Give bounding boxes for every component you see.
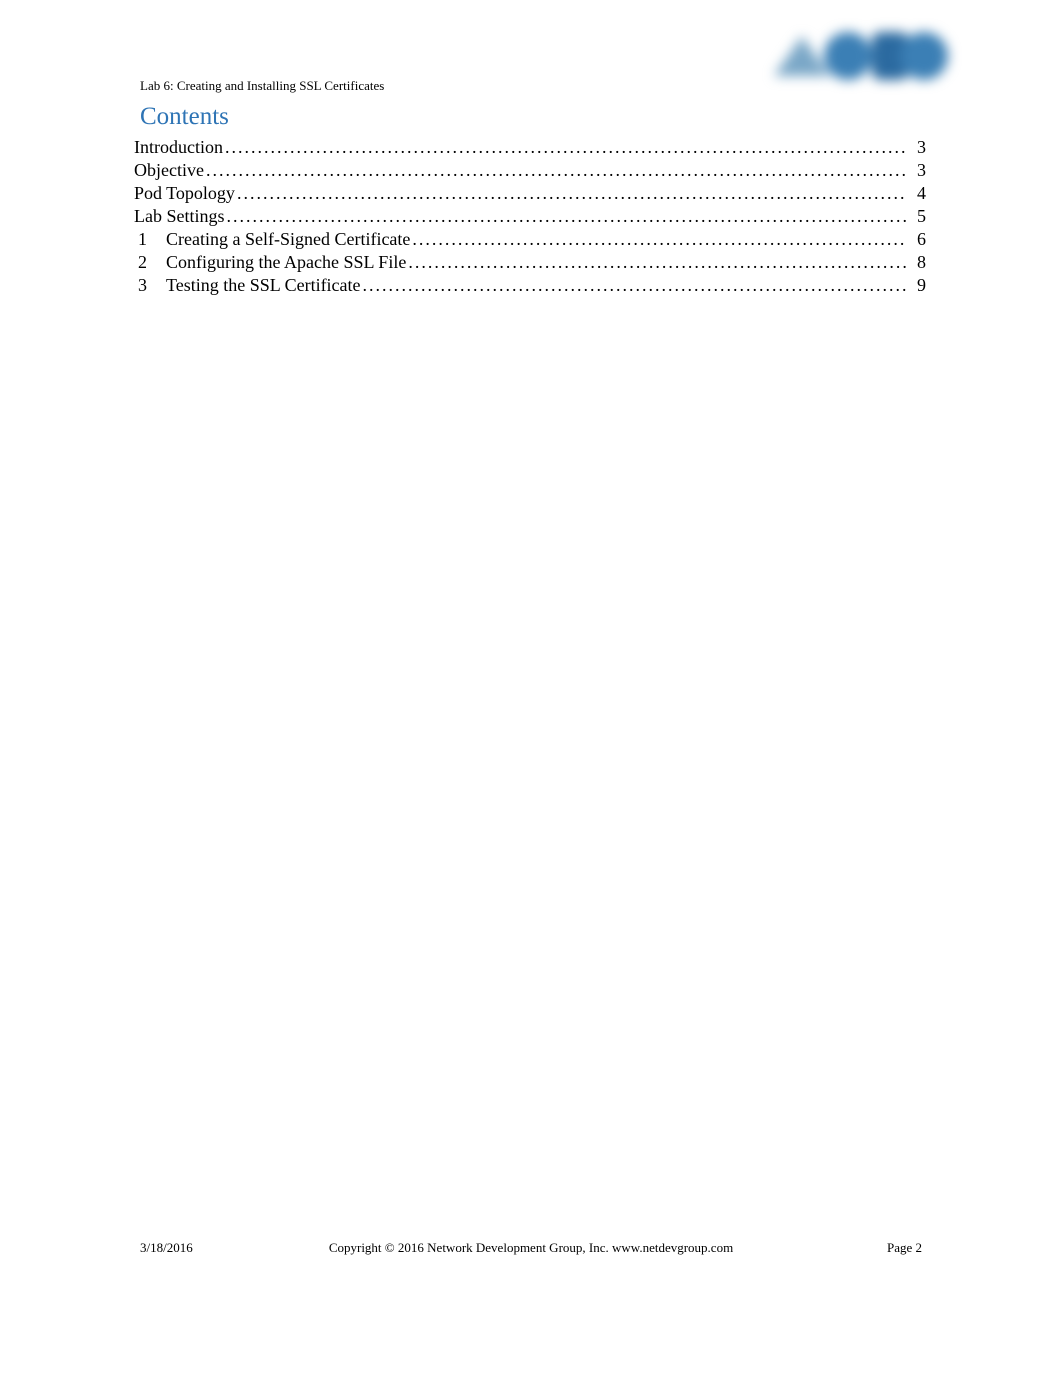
toc-leader-dots: [223, 136, 906, 159]
header-label: Lab 6: Creating and Installing SSL Certi…: [140, 78, 384, 94]
toc-page-number: 3: [906, 136, 926, 159]
toc-entry[interactable]: Pod Topology 4: [134, 182, 926, 205]
table-of-contents: Introduction 3 Objective 3 Pod Topology …: [134, 136, 926, 297]
toc-title: Testing the SSL Certificate: [166, 274, 361, 297]
brand-logo: [774, 18, 954, 88]
toc-leader-dots: [204, 159, 906, 182]
toc-title: Creating a Self-Signed Certificate: [166, 228, 410, 251]
toc-page-number: 6: [906, 228, 926, 251]
toc-page-number: 5: [906, 205, 926, 228]
toc-page-number: 9: [906, 274, 926, 297]
page-footer: 3/18/2016 Copyright © 2016 Network Devel…: [140, 1240, 922, 1256]
toc-section-number: 1: [134, 228, 166, 251]
toc-entry[interactable]: Introduction 3: [134, 136, 926, 159]
toc-leader-dots: [406, 251, 906, 274]
toc-entry[interactable]: Objective 3: [134, 159, 926, 182]
contents-heading: Contents: [140, 103, 229, 131]
footer-date: 3/18/2016: [140, 1240, 193, 1256]
toc-title: Pod Topology: [134, 182, 235, 205]
toc-leader-dots: [361, 274, 906, 297]
toc-section-number: 2: [134, 251, 166, 274]
toc-title: Configuring the Apache SSL File: [166, 251, 406, 274]
toc-entry[interactable]: Lab Settings 5: [134, 205, 926, 228]
toc-entry[interactable]: 3 Testing the SSL Certificate 9: [134, 274, 926, 297]
toc-title: Lab Settings: [134, 205, 225, 228]
toc-title: Objective: [134, 159, 204, 182]
page: Lab 6: Creating and Installing SSL Certi…: [0, 0, 1062, 1376]
toc-page-number: 4: [906, 182, 926, 205]
toc-entry[interactable]: 2 Configuring the Apache SSL File 8: [134, 251, 926, 274]
toc-leader-dots: [410, 228, 906, 251]
toc-page-number: 8: [906, 251, 926, 274]
footer-copyright: Copyright © 2016 Network Development Gro…: [140, 1240, 922, 1256]
toc-leader-dots: [235, 182, 906, 205]
toc-section-number: 3: [134, 274, 166, 297]
toc-page-number: 3: [906, 159, 926, 182]
toc-title: Introduction: [134, 136, 223, 159]
toc-leader-dots: [225, 205, 907, 228]
toc-entry[interactable]: 1 Creating a Self-Signed Certificate 6: [134, 228, 926, 251]
footer-page-label: Page 2: [887, 1240, 922, 1256]
